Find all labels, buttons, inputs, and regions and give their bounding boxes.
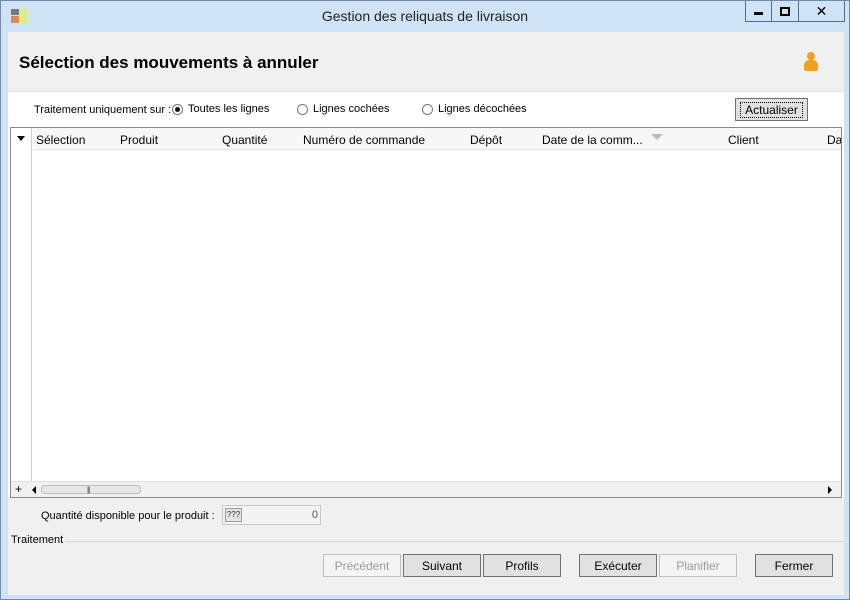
column-header-product[interactable]: Produit bbox=[120, 133, 158, 147]
add-row-button[interactable]: + bbox=[15, 483, 22, 496]
column-header-client[interactable]: Client bbox=[728, 133, 759, 147]
treatment-group: Traitement Précédent Suivant Profils Exé… bbox=[8, 533, 844, 595]
quantity-label: Quantité disponible pour le produit : bbox=[41, 510, 215, 522]
radio-all-lines-label: Toutes les lignes bbox=[188, 103, 270, 115]
close-window-button[interactable]: ✕ bbox=[799, 1, 845, 22]
column-header-order-number[interactable]: Numéro de commande bbox=[303, 133, 425, 147]
user-icon[interactable] bbox=[804, 52, 818, 74]
next-button[interactable]: Suivant bbox=[403, 554, 481, 577]
radio-checked-icon bbox=[172, 103, 183, 115]
column-chooser-icon[interactable] bbox=[17, 136, 25, 141]
row-indicator-column bbox=[11, 128, 32, 497]
execute-button[interactable]: Exécuter bbox=[579, 554, 657, 577]
radio-unchecked-lines[interactable]: Lignes décochées bbox=[422, 103, 527, 115]
horizontal-scrollbar-thumb[interactable]: ||| bbox=[41, 485, 141, 494]
column-header-depot[interactable]: Dépôt bbox=[470, 133, 502, 147]
close-icon: ✕ bbox=[815, 3, 828, 19]
refresh-button-label: Actualiser bbox=[740, 101, 803, 118]
treatment-legend: Traitement bbox=[11, 534, 66, 546]
unknown-unit-badge: ??? bbox=[225, 508, 242, 522]
radio-checked-lines[interactable]: Lignes cochées bbox=[297, 103, 389, 115]
scroll-left-icon[interactable] bbox=[32, 486, 36, 494]
data-grid[interactable]: Sélection Produit Quantité Numéro de com… bbox=[10, 127, 842, 498]
header-band: Sélection des mouvements à annuler bbox=[8, 32, 844, 92]
radio-unchecked-icon bbox=[297, 103, 308, 115]
minimize-button[interactable] bbox=[745, 1, 772, 22]
app-window: Gestion des reliquats de livraison ✕ Sél… bbox=[0, 0, 850, 600]
grid-footer: + ||| bbox=[11, 481, 841, 497]
window-controls: ✕ bbox=[745, 1, 845, 22]
grid-header: Sélection Produit Quantité Numéro de com… bbox=[33, 128, 841, 150]
column-header-selection[interactable]: Sélection bbox=[36, 133, 85, 147]
profiles-button[interactable]: Profils bbox=[483, 554, 561, 577]
radio-all-lines[interactable]: Toutes les lignes bbox=[172, 103, 269, 115]
radio-unchecked-lines-label: Lignes décochées bbox=[438, 103, 527, 115]
previous-button[interactable]: Précédent bbox=[323, 554, 401, 577]
radio-checked-lines-label: Lignes cochées bbox=[313, 103, 390, 115]
radio-unchecked-icon bbox=[422, 103, 433, 115]
quantity-row: Quantité disponible pour le produit : ??… bbox=[8, 498, 844, 533]
column-header-quantity[interactable]: Quantité bbox=[222, 133, 267, 147]
schedule-button[interactable]: Planifier bbox=[659, 554, 737, 577]
grid-body[interactable] bbox=[33, 151, 841, 481]
filter-row: Traitement uniquement sur : Toutes les l… bbox=[8, 92, 844, 127]
maximize-icon bbox=[780, 6, 790, 16]
title-bar[interactable]: Gestion des reliquats de livraison ✕ bbox=[1, 1, 849, 31]
column-header-order-date[interactable]: Date de la comm... bbox=[542, 133, 643, 147]
grip-icon: ||| bbox=[87, 487, 91, 494]
quantity-field: ??? 0 bbox=[222, 505, 321, 525]
client-area: Sélection des mouvements à annuler Trait… bbox=[8, 32, 844, 595]
column-header-da[interactable]: Da bbox=[827, 133, 841, 147]
quantity-value: 0 bbox=[311, 509, 318, 521]
filter-label: Traitement uniquement sur : bbox=[34, 104, 172, 116]
refresh-button[interactable]: Actualiser bbox=[735, 98, 808, 121]
group-divider bbox=[65, 541, 844, 542]
page-title: Sélection des mouvements à annuler bbox=[19, 53, 319, 72]
window-title: Gestion des reliquats de livraison bbox=[321, 8, 529, 24]
maximize-button[interactable] bbox=[772, 1, 799, 22]
close-button[interactable]: Fermer bbox=[755, 554, 833, 577]
scroll-right-icon[interactable] bbox=[828, 486, 832, 494]
minimize-icon bbox=[754, 12, 763, 15]
sort-descending-icon bbox=[651, 134, 663, 140]
